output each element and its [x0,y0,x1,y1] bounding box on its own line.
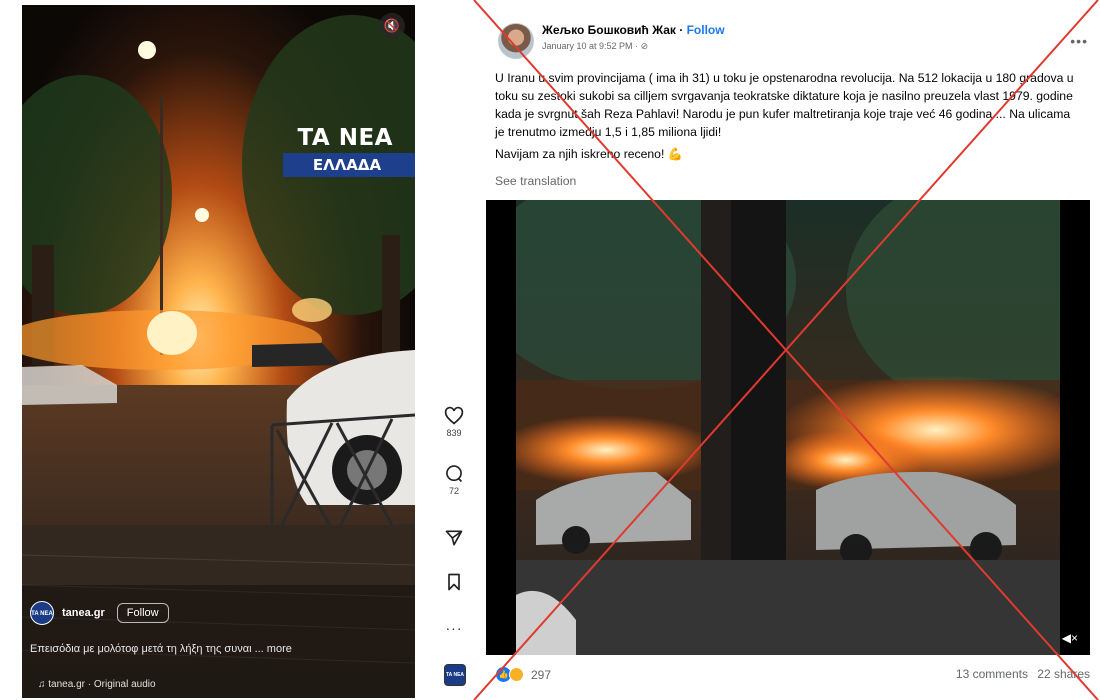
post-timestamp: January 10 at 9:52 PM · [542,41,639,51]
author-name[interactable]: Жељко Бошковић Жак [542,23,676,37]
share-paper-plane-icon [445,530,463,546]
post-text-second: Navijam za njih iskreno receno! 💪 [495,147,683,161]
speaker-muted-icon: 🔇 [383,18,401,33]
more-options-icon[interactable]: ··· [440,620,468,636]
brand-overlay: TA NEA ΕΛΛΑΔΑ [283,125,415,177]
engagement-counts: 13 comments 22 shares [956,667,1090,682]
heart-icon [444,406,464,425]
reactions-summary[interactable]: 👍 297 [496,667,551,682]
instagram-reel-video[interactable]: 🔇 TA NEA ΕΛΛΑΔΑ TA NEA tanea.gr Follow Ε… [22,5,415,698]
audio-avatar[interactable]: TA NEA [444,664,466,686]
reel-follow-button[interactable]: Follow [116,603,169,623]
reel-caption[interactable]: Επεισόδια με μολότοφ μετά τη λήξη της συ… [30,643,410,655]
post-video[interactable]: ◀× [486,200,1090,655]
post-header: Жељко Бошковић Жак · Follow January 10 a… [498,23,725,59]
post-menu-icon[interactable]: ••• [1070,33,1088,49]
account-username[interactable]: tanea.gr [62,607,105,619]
share-action[interactable] [440,528,468,548]
reel-account: TA NEA tanea.gr Follow [30,601,169,625]
comment-bubble-icon [446,465,463,483]
reel-audio-label[interactable]: ♫ tanea.gr · Original audio [38,679,156,690]
reel-video-frame [22,5,415,698]
separator-dot: · [679,23,687,37]
volume-muted-icon[interactable]: ◀× [1062,631,1078,645]
comment-count: 72 [448,486,459,496]
save-action[interactable] [440,572,468,592]
account-avatar[interactable]: TA NEA [30,601,54,625]
fb-video-frame [516,200,1060,655]
audio-source: tanea.gr · Original audio [48,679,156,690]
shares-count[interactable]: 22 shares [1037,667,1090,681]
comment-action[interactable]: 72 [440,464,468,496]
post-stats: 👍 297 13 comments 22 shares [496,667,1090,682]
like-action[interactable]: 839 [440,406,468,438]
facebook-post: Жељко Бошковић Жак · Follow January 10 a… [478,5,1098,698]
fb-follow-button[interactable]: Follow [687,23,725,37]
care-reaction-icon [509,667,524,682]
bookmark-icon [448,573,460,591]
brand-subtitle: ΕΛΛΑΔΑ [283,153,415,177]
post-date[interactable]: January 10 at 9:52 PM · ⊘ [542,41,725,52]
see-translation-link[interactable]: See translation [495,174,576,188]
author-line: Жељко Бошковић Жак · Follow [542,23,725,37]
music-note-icon: ♫ [38,679,49,690]
globe-icon: ⊘ [640,41,649,51]
mute-toggle-button[interactable]: 🔇 [379,13,405,39]
comments-count[interactable]: 13 comments [956,667,1028,681]
like-count: 839 [446,428,462,438]
post-text: U Iranu u svim provincijama ( ima ih 31)… [495,71,1074,139]
brand-title: TA NEA [297,125,393,151]
author-avatar[interactable] [498,23,534,59]
reactions-count: 297 [531,667,552,682]
